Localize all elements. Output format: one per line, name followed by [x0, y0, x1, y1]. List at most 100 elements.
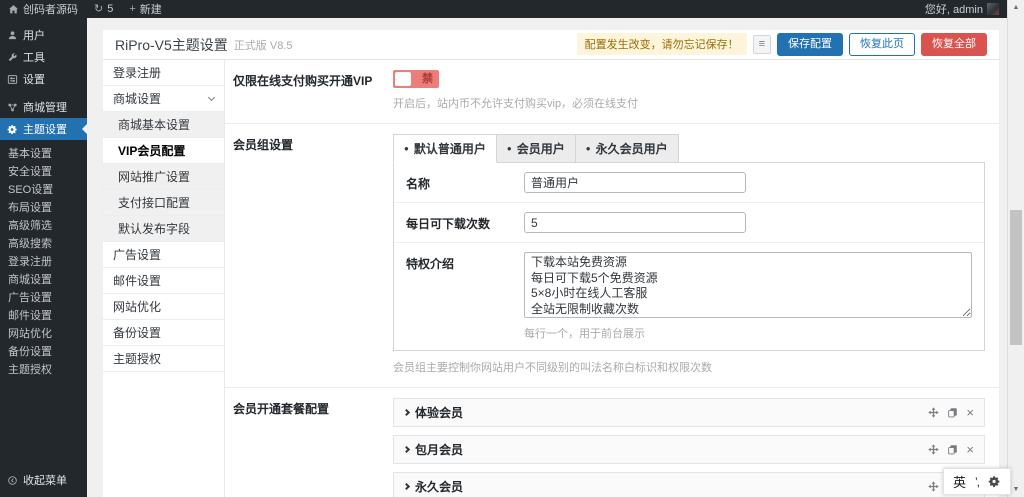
sidebar-item-label: 用户 [23, 27, 45, 43]
setting-label: 仅限在线支付购买开通VIP [233, 70, 393, 111]
nav-item-mail[interactable]: 邮件设置 [103, 268, 224, 294]
tab-default-user[interactable]: ● 默认普通用户 [393, 134, 497, 163]
network-icon [7, 102, 18, 113]
settings-content: 仅限在线支付购买开通VIP 禁 开启后，站内币不允许支付购买vip，必须在线支付… [225, 60, 999, 497]
move-icon[interactable] [928, 407, 939, 418]
ime-settings-button[interactable] [988, 475, 1001, 488]
field-row-privileges: 特权介绍 下载本站免费资源 每日可下载5个免费资源 5×8小时在线人工客服 全站… [394, 243, 984, 350]
admin-sidebar: 用户 工具 设置 商城管理 主题设置 基本设置 安全设置 SEO设置 布局设置 … [0, 18, 87, 497]
sidebar-item-tools[interactable]: 工具 [0, 46, 87, 68]
package-item-trial[interactable]: 体验会员 × [393, 398, 985, 427]
privileges-textarea[interactable]: 下载本站免费资源 每日可下载5个免费资源 5×8小时在线人工客服 全站无限制收藏… [524, 252, 972, 318]
package-item-permanent[interactable]: 永久会员 × [393, 472, 985, 497]
user-icon [7, 30, 18, 41]
new-label: 新建 [140, 1, 162, 17]
setting-label: 会员组设置 [233, 134, 393, 375]
wrench-icon [7, 52, 18, 63]
admin-bar: 创码者源码 ↻ 5 + 新建 您好, admin [0, 0, 1007, 18]
page-header: RiPro-V5主题设置 正式版 V8.5 配置发生改变，请勿忘记保存！ ≡ 保… [103, 30, 999, 60]
chevron-right-icon [403, 446, 410, 453]
bullet-icon: ● [586, 144, 591, 153]
setting-row-member-group: 会员组设置 ● 默认普通用户 ● 会员用户 [225, 124, 999, 388]
admin-bar-right: 您好, admin [917, 0, 1007, 18]
member-group-panel: 名称 每日可下载次数 [393, 162, 985, 351]
page-title: RiPro-V5主题设置 [115, 35, 228, 55]
site-menu[interactable]: 创码者源码 [0, 0, 86, 18]
save-config-button[interactable]: 保存配置 [777, 33, 843, 55]
nav-item-backup[interactable]: 备份设置 [103, 320, 224, 346]
settings-body: 登录注册 商城设置 商城基本设置 VIP会员配置 网站推广设置 支付接口配置 默… [103, 60, 999, 497]
sidebar-item-users[interactable]: 用户 [0, 24, 87, 46]
submenu-item-ads[interactable]: 广告设置 [0, 289, 87, 307]
submenu-item-backup[interactable]: 备份设置 [0, 343, 87, 361]
copy-icon[interactable] [947, 407, 958, 418]
ime-punct-button[interactable]: ’, [975, 475, 979, 489]
toggle-knob [395, 72, 411, 86]
setting-label: 会员开通套餐配置 [233, 398, 393, 497]
member-group-tabs: ● 默认普通用户 ● 会员用户 ● 永久会员用户 [393, 134, 985, 163]
tab-permanent-user[interactable]: ● 永久会员用户 [576, 134, 679, 163]
sidebar-item-settings[interactable]: 设置 [0, 68, 87, 90]
nav-item-ads[interactable]: 广告设置 [103, 242, 224, 268]
nav-item-publish-fields[interactable]: 默认发布字段 [103, 216, 224, 242]
submenu-item-filter[interactable]: 高级筛选 [0, 217, 87, 235]
submenu-item-license[interactable]: 主题授权 [0, 361, 87, 379]
toggle-nav-button[interactable]: ≡ [753, 35, 771, 54]
scroll-up-arrow[interactable]: ▲ [1008, 4, 1024, 11]
ime-bar: 英 ’, [943, 468, 1011, 495]
submenu-item-optimize[interactable]: 网站优化 [0, 325, 87, 343]
version-badge: 正式版 V8.5 [234, 37, 293, 53]
online-pay-only-toggle[interactable]: 禁 [393, 70, 439, 88]
sidebar-item-shop-manage[interactable]: 商城管理 [0, 96, 87, 118]
move-icon[interactable] [928, 444, 939, 455]
greeting: 您好, admin [925, 1, 983, 17]
account-menu[interactable]: 您好, admin [917, 0, 1007, 18]
site-name: 创码者源码 [23, 1, 78, 17]
bullet-icon: ● [404, 144, 409, 153]
restore-page-button[interactable]: 恢复此页 [849, 33, 915, 55]
member-group-description: 会员组主要控制你网站用户不同级别的叫法名称白标识和权限次数 [393, 359, 985, 375]
field-row-daily-downloads: 每日可下载次数 [394, 203, 984, 243]
admin-bar-left: 创码者源码 ↻ 5 + 新建 [0, 0, 170, 18]
updates-menu[interactable]: ↻ 5 [86, 0, 121, 18]
theme-settings-panel: RiPro-V5主题设置 正式版 V8.5 配置发生改变，请勿忘记保存！ ≡ 保… [103, 30, 999, 497]
plus-icon: + [129, 4, 135, 15]
nav-item-login[interactable]: 登录注册 [103, 60, 224, 86]
restore-all-button[interactable]: 恢复全部 [921, 33, 987, 55]
nav-item-promotion[interactable]: 网站推广设置 [103, 164, 224, 190]
tab-member-user[interactable]: ● 会员用户 [497, 134, 576, 163]
submenu-item-seo[interactable]: SEO设置 [0, 181, 87, 199]
nav-item-optimize[interactable]: 网站优化 [103, 294, 224, 320]
nav-item-payment[interactable]: 支付接口配置 [103, 190, 224, 216]
gear-icon [7, 124, 18, 135]
nav-item-vip-config[interactable]: VIP会员配置 [103, 138, 224, 164]
submenu-item-mail[interactable]: 邮件设置 [0, 307, 87, 325]
scrollbar-thumb[interactable] [1010, 210, 1022, 345]
theme-settings-submenu: 基本设置 安全设置 SEO设置 布局设置 高级筛选 高级搜索 登录注册 商城设置… [0, 140, 87, 385]
daily-downloads-input[interactable] [524, 212, 746, 233]
updates-count: 5 [107, 3, 113, 15]
sidebar-item-label: 主题设置 [23, 121, 67, 137]
submenu-item-shop[interactable]: 商城设置 [0, 271, 87, 289]
nav-item-shop-basic[interactable]: 商城基本设置 [103, 112, 224, 138]
nav-item-shop-settings[interactable]: 商城设置 [103, 86, 224, 112]
move-icon[interactable] [928, 481, 939, 492]
ime-lang-button[interactable]: 英 [953, 472, 966, 491]
submenu-item-login[interactable]: 登录注册 [0, 253, 87, 271]
collapse-menu-button[interactable]: 收起菜单 [0, 469, 87, 491]
new-menu[interactable]: + 新建 [121, 0, 169, 18]
setting-description: 开启后，站内币不允许支付购买vip，必须在线支付 [393, 95, 985, 111]
scrollbar[interactable]: ▲ ▼ [1007, 0, 1024, 497]
submenu-item-search[interactable]: 高级搜索 [0, 235, 87, 253]
close-icon[interactable]: × [966, 406, 974, 419]
submenu-item-security[interactable]: 安全设置 [0, 163, 87, 181]
submenu-item-basic[interactable]: 基本设置 [0, 145, 87, 163]
nav-item-license[interactable]: 主题授权 [103, 346, 224, 372]
package-item-monthly[interactable]: 包月会员 × [393, 435, 985, 464]
sidebar-item-theme-settings[interactable]: 主题设置 [0, 118, 87, 140]
copy-icon[interactable] [947, 444, 958, 455]
close-icon[interactable]: × [966, 443, 974, 456]
name-input[interactable] [524, 172, 746, 193]
toggle-state-label: 禁 [422, 72, 433, 86]
submenu-item-layout[interactable]: 布局设置 [0, 199, 87, 217]
